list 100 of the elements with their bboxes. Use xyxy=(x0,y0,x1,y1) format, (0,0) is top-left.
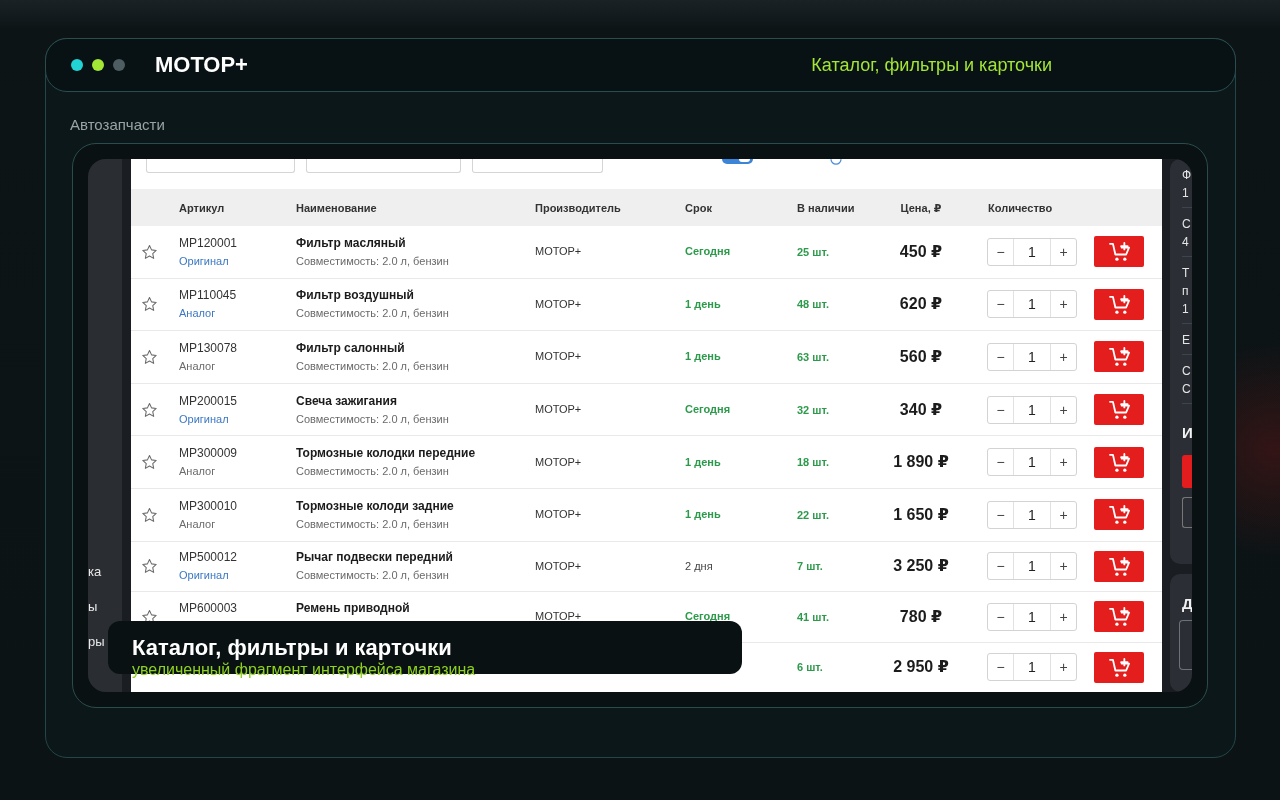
quantity-field[interactable]: 1 xyxy=(1013,654,1051,681)
part-type-label[interactable]: Оригинал xyxy=(179,409,229,428)
panel-heading: Д xyxy=(1182,594,1192,614)
manufacturer-text: МОТОР+ xyxy=(535,610,582,624)
star-icon[interactable] xyxy=(141,244,157,259)
secondary-button[interactable] xyxy=(1182,497,1192,528)
decrease-button[interactable]: − xyxy=(988,344,1013,370)
part-type-label[interactable]: Оригинал xyxy=(179,566,229,585)
manufacturer-text: МОТОР+ xyxy=(535,350,582,364)
part-type-label: Аналог xyxy=(179,516,216,532)
add-to-cart-button[interactable] xyxy=(1094,288,1144,320)
increase-button[interactable]: + xyxy=(1051,553,1076,580)
dropdown-field[interactable] xyxy=(306,159,461,173)
cart-icon xyxy=(1108,294,1130,314)
increase-button[interactable]: + xyxy=(1051,291,1076,318)
add-to-cart-button[interactable] xyxy=(1094,236,1144,268)
compatibility-text: Совместимость: 2.0 л, бензин xyxy=(296,359,449,374)
dropdown-field[interactable] xyxy=(146,159,295,173)
part-name: Фильтр воздушный xyxy=(296,287,414,305)
star-icon[interactable] xyxy=(141,297,157,312)
increase-button[interactable]: + xyxy=(1051,603,1076,630)
star-icon[interactable] xyxy=(141,559,157,574)
quantity-field[interactable]: 1 xyxy=(1013,238,1051,265)
column-header: Количество xyxy=(988,200,1053,215)
add-to-cart-button[interactable] xyxy=(1094,394,1144,426)
quantity-field[interactable]: 1 xyxy=(1013,603,1051,630)
star-icon[interactable] xyxy=(141,350,157,364)
star-icon[interactable] xyxy=(141,507,157,522)
compatibility-text: Совместимость: 2.0 л, бензин xyxy=(296,568,449,584)
cart-icon xyxy=(1108,400,1130,420)
decrease-button[interactable]: − xyxy=(988,654,1013,681)
panel-text: Т xyxy=(1182,265,1190,282)
column-header: В наличии xyxy=(797,200,855,215)
decrease-button[interactable]: − xyxy=(988,603,1013,630)
sidebar-item[interactable]: ы xyxy=(88,598,98,616)
part-name: Фильтр салонный xyxy=(296,340,405,357)
stock-count: 18 шт. xyxy=(797,455,829,470)
quantity-field[interactable]: 1 xyxy=(1013,344,1051,370)
part-type-label[interactable]: Оригинал xyxy=(179,251,229,270)
stock-count: 7 шт. xyxy=(797,559,823,574)
delivery-term: Сегодня xyxy=(685,610,731,624)
cart-icon xyxy=(1108,556,1130,576)
increase-button[interactable]: + xyxy=(1051,449,1076,476)
add-to-cart-button[interactable] xyxy=(1094,651,1144,683)
star-icon[interactable] xyxy=(141,402,157,417)
delivery-term: Сегодня xyxy=(685,245,731,259)
compatibility-text: Совместимость: 2.0 л, бензин xyxy=(296,464,449,480)
decrease-button[interactable]: − xyxy=(988,396,1013,423)
increase-button[interactable]: + xyxy=(1051,501,1076,528)
increase-button[interactable]: + xyxy=(1051,344,1076,370)
quantity-field[interactable]: 1 xyxy=(1013,501,1051,528)
column-header: Наименование xyxy=(296,200,377,215)
star-icon[interactable] xyxy=(141,455,157,470)
article-number: MP300009 xyxy=(179,445,238,463)
dropdown-field[interactable] xyxy=(472,159,603,173)
price: 560 ₽ xyxy=(899,347,943,367)
sidebar-item[interactable]: ры xyxy=(88,633,105,651)
column-header: Артикул xyxy=(179,200,225,215)
part-name: Рычаг подвески передний xyxy=(296,549,453,567)
toggle-switch[interactable] xyxy=(722,159,753,164)
manufacturer-text: МОТОР+ xyxy=(535,245,582,259)
decrease-button[interactable]: − xyxy=(988,291,1013,318)
manufacturer-text: МОТОР+ xyxy=(535,559,582,573)
part-name: Тормозные колодки передние xyxy=(296,445,476,463)
star-icon[interactable] xyxy=(141,609,157,624)
add-to-cart-button[interactable] xyxy=(1094,341,1144,373)
increase-button[interactable]: + xyxy=(1051,654,1076,681)
sidebar-item[interactable]: ка xyxy=(88,563,102,581)
panel-text: С xyxy=(1182,363,1191,380)
add-to-cart-button[interactable] xyxy=(1094,601,1144,633)
decrease-button[interactable]: − xyxy=(988,553,1013,580)
quantity-field[interactable]: 1 xyxy=(1013,553,1051,580)
add-to-cart-button[interactable] xyxy=(1094,499,1144,531)
article-number: MP300010 xyxy=(179,497,238,515)
stock-count: 48 шт. xyxy=(797,297,829,312)
cart-icon xyxy=(1108,452,1130,472)
manufacturer-text: МОТОР+ xyxy=(535,297,582,311)
part-type-label[interactable]: Аналог xyxy=(179,304,216,323)
price: 780 ₽ xyxy=(899,606,943,627)
increase-button[interactable]: + xyxy=(1051,396,1076,423)
quantity-field[interactable]: 1 xyxy=(1013,396,1051,423)
compatibility-text: Совместимость: 2.0 л, бензин xyxy=(296,253,449,269)
decrease-button[interactable]: − xyxy=(988,501,1013,528)
delivery-term: 1 день xyxy=(685,508,721,522)
column-header: Производитель xyxy=(535,200,621,215)
decrease-button[interactable]: − xyxy=(988,449,1013,476)
increase-button[interactable]: + xyxy=(1051,238,1076,265)
decrease-button[interactable]: − xyxy=(988,238,1013,265)
quantity-field[interactable]: 1 xyxy=(1013,291,1051,318)
cart-icon xyxy=(1108,242,1130,262)
cart-icon xyxy=(1108,505,1130,525)
add-to-cart-button[interactable] xyxy=(1094,446,1144,478)
delivery-term: 2 дня xyxy=(685,559,713,573)
manufacturer-text: МОТОР+ xyxy=(535,508,582,522)
cart-icon xyxy=(1108,657,1130,677)
ring-icon[interactable] xyxy=(830,159,842,165)
add-to-cart-button[interactable] xyxy=(1094,550,1144,582)
input-field[interactable] xyxy=(1179,620,1192,670)
article-number: MP110045 xyxy=(179,287,237,305)
quantity-field[interactable]: 1 xyxy=(1013,449,1051,476)
